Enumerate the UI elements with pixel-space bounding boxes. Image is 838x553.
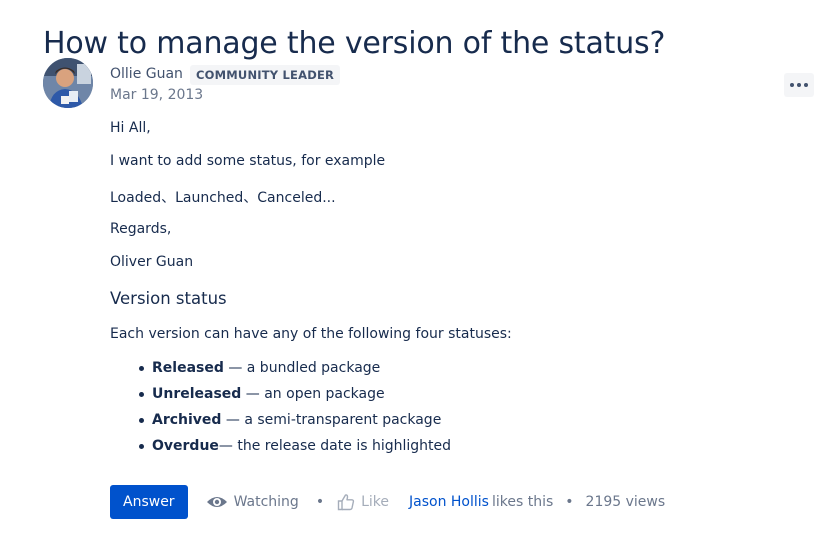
- more-options-button[interactable]: [784, 73, 814, 97]
- status-name: Overdue: [152, 438, 219, 454]
- watching-toggle[interactable]: Watching: [206, 494, 299, 510]
- author-name[interactable]: Ollie Guan: [110, 66, 183, 82]
- liker-link[interactable]: Jason Hollis: [409, 494, 489, 510]
- answer-button[interactable]: Answer: [110, 485, 188, 519]
- question-title: How to manage the version of the status?: [43, 26, 666, 62]
- statuses-intro: Each version can have any of the followi…: [110, 326, 512, 342]
- list-item: Released — a bundled package: [138, 360, 451, 386]
- avatar-photo: [43, 58, 93, 108]
- status-name: Archived: [152, 412, 222, 428]
- more-dot: [804, 83, 808, 87]
- body-paragraph: Oliver Guan: [110, 254, 194, 270]
- separator-dot: •: [565, 494, 574, 510]
- status-name: Released: [152, 360, 224, 376]
- body-paragraph: Regards,: [110, 221, 172, 237]
- separator-dot: •: [315, 494, 325, 510]
- post-actions: Answer Watching • Like Jason Hollis like…: [110, 485, 665, 519]
- view-count: 2195 views: [585, 494, 666, 510]
- body-paragraph: Loaded、Launched、Canceled...: [110, 190, 336, 206]
- status-name: Unreleased: [152, 386, 242, 402]
- likes-this-text: likes this: [491, 494, 554, 510]
- like-label: Like: [361, 494, 390, 510]
- body-paragraph: I want to add some status, for example: [110, 153, 386, 169]
- like-button[interactable]: Like: [337, 493, 389, 511]
- list-item: Unreleased — an open package: [138, 386, 451, 412]
- eye-icon: [206, 497, 227, 507]
- status-desc: — the release date is highlighted: [218, 438, 452, 454]
- watching-label: Watching: [233, 494, 299, 510]
- community-leader-badge: COMMUNITY LEADER: [190, 65, 341, 85]
- status-list: Released — a bundled package Unreleased …: [138, 360, 451, 464]
- version-status-heading: Version status: [110, 289, 227, 308]
- body-paragraph: Hi All,: [110, 120, 151, 136]
- more-horizontal-icon: [790, 83, 794, 87]
- status-desc: — a semi-transparent package: [221, 412, 442, 428]
- thumbs-up-icon: [337, 494, 355, 511]
- list-item: Archived — a semi-transparent package: [138, 412, 451, 438]
- author-avatar[interactable]: [43, 58, 93, 108]
- status-desc: — an open package: [241, 386, 385, 402]
- list-item: Overdue— the release date is highlighted: [138, 438, 451, 464]
- post-date: Mar 19, 2013: [110, 87, 204, 103]
- status-desc: — a bundled package: [223, 360, 381, 376]
- more-dot: [797, 83, 801, 87]
